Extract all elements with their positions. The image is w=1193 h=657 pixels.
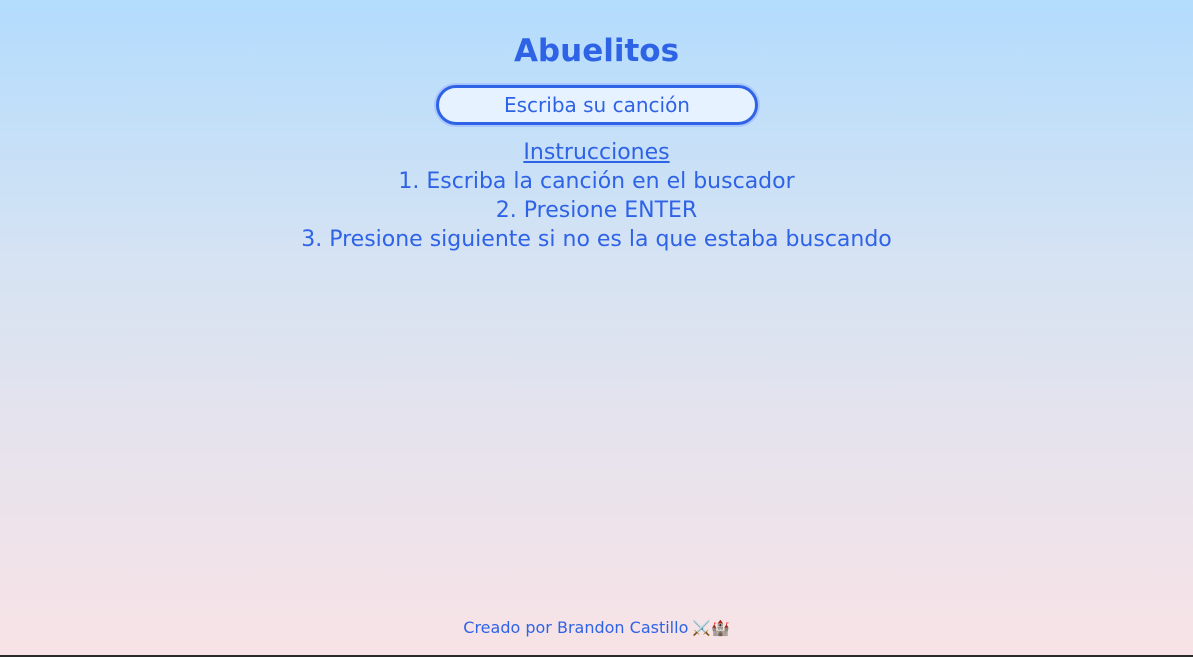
instruction-step: 1. Escriba la canción en el buscador [398,169,795,194]
swords-castle-icon: ⚔️🏰 [692,619,730,637]
instructions-heading: Instrucciones [523,140,670,165]
footer: Creado por Brandon Castillo ⚔️🏰 [0,617,1193,639]
search-box[interactable] [436,85,758,125]
instruction-step: 2. Presione ENTER [495,198,698,223]
instructions-panel: Instrucciones 1. Escriba la canción en e… [0,138,1193,254]
instruction-step: 3. Presione siguiente si no es la que es… [301,227,892,252]
footer-credit: Creado por Brandon Castillo [463,618,689,637]
page-title: Abuelitos [513,33,680,69]
page: Abuelitos Instrucciones 1. Escriba la ca… [0,0,1193,657]
search-input[interactable] [447,90,747,120]
